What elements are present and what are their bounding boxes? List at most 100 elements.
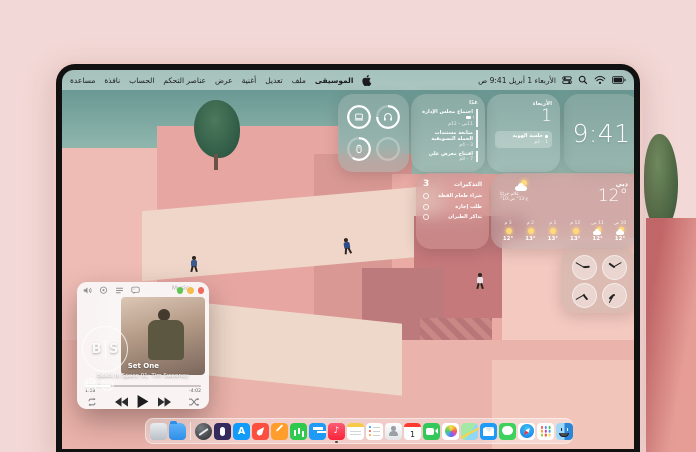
pages-icon[interactable] [271, 422, 288, 440]
rewind-button[interactable] [115, 396, 128, 407]
weather-widget[interactable]: دبي 12° غائم جزئيًا ع:13° ص:10° 10 ص 12° … [491, 173, 634, 249]
menu-help[interactable]: مساعدة [70, 76, 95, 85]
wallpaper-dancer [188, 256, 200, 273]
reminder-label: شراء طعام القطة [438, 193, 482, 199]
reminders-app-icon[interactable] [366, 422, 383, 440]
wifi-icon[interactable] [594, 75, 606, 85]
music-app-icon[interactable]: ♪ [328, 422, 345, 443]
menu-bar: الموسيقى ملف تعديل أغنية عرض عناصر التحك… [62, 70, 634, 90]
traffic-lights [176, 287, 204, 294]
music-mini-player-window[interactable]: Music " Set One BS ••• ☆ [77, 282, 209, 409]
calendar-day-number: 1 [541, 106, 552, 126]
volume-icon[interactable] [83, 286, 92, 295]
safari-icon[interactable] [518, 422, 535, 440]
reminder-checkbox[interactable] [423, 214, 429, 220]
podcasts-icon[interactable] [214, 422, 231, 440]
keynote-icon[interactable] [309, 422, 326, 440]
contacts-icon[interactable] [385, 422, 402, 440]
sunny-icon [526, 227, 535, 235]
photos-icon[interactable] [442, 422, 459, 440]
calendar-tomorrow-widget[interactable]: غدًا اجتماع مجلس الإدارة 11ص – 12م متابع… [411, 94, 485, 172]
analog-clock [601, 254, 627, 280]
notes-icon[interactable] [347, 422, 364, 440]
partly-cloudy-icon [593, 227, 602, 235]
play-button[interactable] [137, 395, 149, 408]
facetime-icon[interactable] [423, 422, 440, 440]
analog-clock [601, 282, 627, 308]
calendar-day-widget[interactable]: الأربعاء 1 جلسة الهوية 1 – 2م [487, 94, 560, 172]
close-button[interactable] [197, 287, 204, 294]
menu-account[interactable]: الحساب [129, 76, 154, 85]
calendar-event[interactable]: جلسة الهوية 1 – 2م [495, 130, 552, 148]
wallpaper-tree-trunk [214, 154, 218, 170]
wallpaper-dancer [340, 237, 355, 255]
menu-edit[interactable]: تعديل [265, 76, 282, 85]
shuffle-icon[interactable] [189, 397, 199, 406]
mail-icon[interactable] [480, 422, 497, 440]
favorite-star-button[interactable]: ☆ [101, 378, 114, 391]
calendar-weekday: الأربعاء [532, 101, 552, 107]
apple-logo-icon[interactable] [362, 74, 372, 86]
launchpad-icon[interactable] [537, 422, 554, 440]
menu-view[interactable]: عرض [215, 76, 233, 85]
partly-cloudy-icon [514, 180, 529, 191]
world-clock-widget[interactable] [561, 249, 634, 313]
minimize-button[interactable] [187, 287, 194, 294]
menu-file[interactable]: ملف [292, 76, 306, 85]
zoom-button[interactable] [176, 287, 183, 294]
maps-icon[interactable] [461, 422, 478, 440]
menu-song[interactable]: أغنية [242, 76, 257, 85]
event-time: 3 – 4م [459, 142, 473, 148]
garageband-icon[interactable] [195, 422, 212, 440]
trash-icon[interactable] [150, 422, 167, 440]
reminder-checkbox[interactable] [423, 193, 429, 199]
menu-window[interactable]: نافذة [104, 76, 120, 85]
clock-widget[interactable]: 9:41 [564, 94, 634, 172]
status-area: الأربعاء 1 أبريل 9:41 ص [478, 75, 626, 85]
event-time: 7 – 8م [459, 157, 473, 163]
up-next-list-icon[interactable] [115, 286, 124, 295]
hour-label: 11 ص [591, 220, 604, 226]
logo-letter: B [91, 341, 102, 357]
analog-clock [571, 254, 597, 280]
repeat-icon[interactable] [87, 397, 97, 406]
batteries-widget[interactable] [338, 94, 409, 172]
calendar-app-icon[interactable]: 1 [404, 422, 421, 440]
tomorrow-event[interactable]: افتتاح معرض علي 7 – 8م [418, 151, 478, 163]
finder-icon[interactable] [556, 422, 573, 440]
event-title: متابعة مستندات الحملة التسويقية [431, 130, 473, 143]
battery-icon[interactable] [612, 75, 626, 85]
analog-clock [571, 282, 597, 308]
app-store-icon[interactable]: A [233, 422, 250, 440]
airplay-audio-icon[interactable] [99, 286, 108, 295]
hour-temp: 13° [525, 236, 536, 242]
album-overlay-title: Set One [127, 362, 159, 370]
numbers-icon[interactable] [290, 422, 307, 440]
logo-letter: S [108, 341, 119, 357]
calendar-event-title: جلسة الهوية [512, 133, 543, 140]
control-center-icon[interactable] [562, 75, 572, 85]
menu-datetime[interactable]: الأربعاء 1 أبريل 9:41 ص [478, 76, 556, 85]
messages-icon[interactable] [499, 422, 516, 440]
tomorrow-event[interactable]: متابعة مستندات الحملة التسويقية 3 – 4م [418, 130, 478, 148]
fast-forward-button[interactable] [158, 396, 171, 407]
event-time: 11ص – 12م [448, 121, 473, 127]
reminder-item: طلب إجازة [423, 203, 482, 210]
menu-app-name[interactable]: الموسيقى [315, 76, 354, 85]
more-options-button[interactable]: ••• [84, 378, 97, 391]
weather-current-temp: 12° [597, 186, 628, 206]
downloads-folder-icon[interactable] [169, 421, 186, 440]
tomorrow-event[interactable]: اجتماع مجلس الإدارة 11ص – 12م [418, 109, 478, 127]
hour-label: 2 م [526, 220, 534, 226]
hour-temp: 12° [592, 236, 603, 242]
reminder-checkbox[interactable] [423, 203, 429, 210]
reminder-item: تذاكر الطيران [423, 214, 482, 220]
transport-controls [77, 394, 209, 409]
lyrics-icon[interactable]: " [131, 286, 140, 295]
rocket-app-icon[interactable] [252, 422, 269, 440]
menu-controls[interactable]: عناصر التحكم [163, 76, 206, 85]
reminders-widget[interactable]: التذكيرات 3 شراء طعام القطة طلب إجازة تذ… [416, 173, 489, 249]
reminders-count: 3 [423, 179, 430, 189]
ipad-device: الموسيقى ملف تعديل أغنية عرض عناصر التحك… [53, 61, 643, 452]
search-icon[interactable] [578, 75, 588, 85]
